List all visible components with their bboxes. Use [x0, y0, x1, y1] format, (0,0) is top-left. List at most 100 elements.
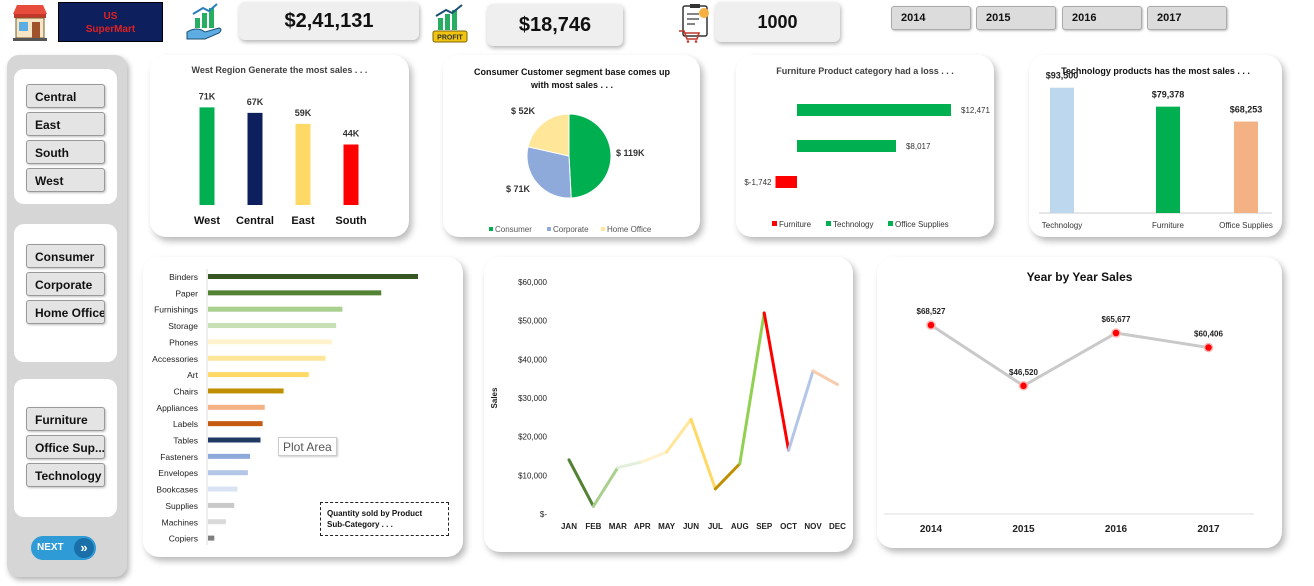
segment-home-office-button[interactable]: Home Office — [26, 300, 105, 324]
category-office-supplies-button[interactable]: Office Sup... — [26, 435, 105, 459]
category-sales-tick: Technology — [1042, 221, 1082, 230]
profit-bar-label: $8,017 — [906, 142, 931, 151]
segment-legend-swatch — [489, 227, 493, 231]
monthly-x-tick: NOV — [804, 522, 822, 531]
subcategory-label: Storage — [168, 321, 198, 331]
monthly-x-tick: MAR — [609, 522, 627, 531]
subcategory-label: Phones — [169, 337, 198, 347]
profit-bar — [797, 140, 896, 152]
monthly-y-tick: $60,000 — [518, 278, 547, 287]
category-technology-button[interactable]: Technology — [26, 463, 105, 487]
region-south-button[interactable]: South — [26, 140, 105, 164]
monthly-line-segment — [665, 417, 693, 454]
region-central-button[interactable]: Central — [26, 84, 105, 108]
subcategory-label: Copiers — [169, 534, 198, 544]
segment-slicer: Consumer Corporate Home Office — [14, 224, 117, 362]
brand-line2: SuperMart — [85, 24, 136, 35]
category-sales-tick: Furniture — [1152, 221, 1185, 230]
segment-corporate-button[interactable]: Corporate — [26, 272, 105, 296]
segment-legend-label: Home Office — [607, 225, 652, 234]
profit-bar — [797, 104, 951, 116]
region-category-label: Central — [236, 215, 274, 227]
category-sales-chart: $93,500 Technology $79,378 Furniture $68,253… — [1039, 71, 1273, 230]
yearly-marker — [1203, 342, 1214, 353]
monthly-line-segment — [567, 458, 595, 508]
subcategory-bar — [208, 339, 332, 345]
profit-legend-label: Office Supplies — [895, 220, 949, 229]
subcategory-label: Tables — [173, 436, 198, 446]
subcategory-label: Bookcases — [156, 485, 198, 495]
year-filter-2016[interactable]: 2016 — [1062, 6, 1142, 30]
subcategory-bar — [208, 502, 235, 508]
subcategory-label: Art — [187, 370, 199, 380]
next-arrow-icon: » — [74, 538, 94, 558]
category-sales-bar — [1050, 87, 1074, 213]
yearly-line — [930, 323, 1209, 388]
year-filter-2015[interactable]: 2015 — [976, 6, 1056, 30]
segment-pie-chart: $ 119K $ 71K $ 52K Consumer Corporate Home Of… — [489, 106, 652, 234]
sales-hand-icon — [183, 2, 227, 42]
subcategory-bar — [208, 388, 284, 394]
year-filter-2017[interactable]: 2017 — [1147, 6, 1227, 30]
subcategory-chart-title: Quantity sold by Product Sub-Category . … — [320, 502, 449, 536]
subcategory-bar — [208, 421, 263, 427]
monthly-y-tick: $30,000 — [518, 394, 547, 403]
region-category-label: South — [335, 215, 366, 227]
subcategory-label: Chairs — [173, 386, 198, 396]
category-furniture-button[interactable]: Furniture — [26, 407, 105, 431]
subcategory-label: Labels — [173, 419, 198, 429]
subcategory-quantity-card: Binders Paper Furnishings Storage Phones Acce… — [143, 257, 463, 557]
subcategory-bar — [208, 306, 343, 312]
segment-consumer-button[interactable]: Consumer — [26, 244, 105, 268]
segment-legend-label: Corporate — [553, 225, 589, 234]
region-bar-label: 59K — [295, 108, 312, 118]
subcategory-bar — [208, 372, 309, 378]
next-button[interactable]: NEXT » — [31, 536, 96, 560]
profit-legend-label: Technology — [833, 220, 873, 229]
brand-line1: US — [103, 11, 118, 22]
yearly-x-tick: 2016 — [1105, 524, 1128, 535]
yearly-value-label: $60,406 — [1194, 330, 1223, 339]
region-bar — [343, 144, 359, 205]
segment-legend-swatch — [547, 227, 551, 231]
subcategory-bar — [208, 470, 248, 476]
subcategory-bar — [208, 535, 215, 541]
monthly-line-segment — [591, 466, 620, 508]
subcategory-bar — [208, 519, 226, 525]
monthly-sales-card: $- $10,000 $20,000 $30,000 $40,000 $50,000 $60… — [484, 257, 853, 552]
region-category-label: East — [291, 215, 315, 227]
region-bar — [247, 112, 263, 205]
yearly-sales-card: Year by Year Sales $68,527 2014 $46,520 201… — [877, 257, 1282, 548]
category-slicer: Furniture Office Sup... Technology — [14, 379, 117, 517]
region-bar — [199, 107, 215, 205]
segment-slice-label: $ 119K — [616, 148, 645, 158]
yearly-value-label: $46,520 — [1009, 368, 1038, 377]
monthly-y-label: Sales — [490, 387, 499, 408]
year-filter-2014[interactable]: 2014 — [891, 6, 971, 30]
subcategory-label: Binders — [169, 272, 198, 282]
segment-sales-card: Consumer Customer segment base comes up … — [443, 55, 700, 237]
monthly-y-tick: $- — [540, 510, 547, 519]
monthly-line-segment — [713, 462, 742, 491]
total-sales-kpi: $2,41,131 — [239, 2, 419, 40]
monthly-x-tick: JUL — [708, 522, 723, 531]
region-west-button[interactable]: West — [26, 168, 105, 192]
category-sales-tick: Office Supplies — [1219, 221, 1273, 230]
total-quantity-kpi: 1000 — [715, 2, 840, 42]
subcategory-bar — [208, 355, 326, 361]
region-slicer: Central East South West — [14, 69, 117, 204]
subcategory-bar — [208, 486, 238, 492]
yearly-sales-chart: $68,527 2014 $46,520 2015 $65,677 2016 $60,406… — [884, 307, 1254, 535]
profit-legend-swatch — [772, 221, 777, 226]
monthly-y-tick: $40,000 — [518, 355, 547, 364]
filter-sidebar: Central East South West Consumer Corpora… — [7, 55, 127, 577]
subcategory-bar — [208, 323, 337, 329]
region-east-button[interactable]: East — [26, 112, 105, 136]
region-sales-card: West Region Generate the most sales . . … — [150, 55, 409, 237]
monthly-x-tick: OCT — [780, 522, 797, 531]
yearly-marker — [1111, 328, 1121, 338]
region-bar-label: 71K — [199, 91, 216, 101]
yearly-x-tick: 2015 — [1012, 524, 1035, 535]
segment-legend-swatch — [601, 227, 605, 231]
subcategory-label: Appliances — [156, 403, 198, 413]
